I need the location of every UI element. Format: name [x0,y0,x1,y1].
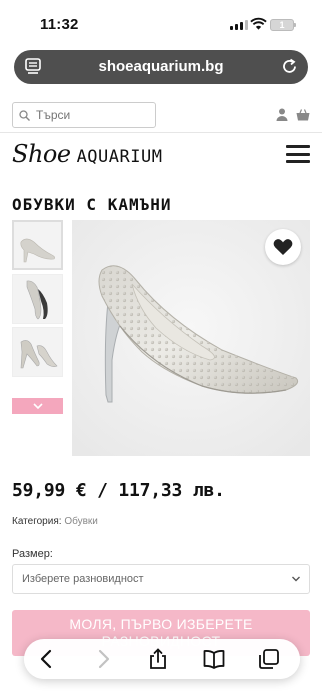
size-select[interactable]: Изберете разновидност [12,564,310,594]
size-select-value: Изберете разновидност [22,573,144,585]
battery-icon: 1 [270,19,296,31]
search-box[interactable] [12,102,156,128]
cart-icon[interactable] [296,108,310,121]
reader-mode-icon[interactable] [25,58,41,75]
status-time: 11:32 [40,16,79,33]
product-category: Категория: Обувки [12,516,98,527]
user-icon[interactable] [276,108,288,121]
logo-caps-text: AQUARIUM [76,147,163,167]
bookmarks-icon[interactable] [203,648,225,670]
reload-icon[interactable] [281,58,298,75]
forward-icon[interactable] [92,648,114,670]
wifi-icon [250,17,267,30]
thumbnail-2[interactable] [12,274,63,324]
menu-icon[interactable] [286,145,310,163]
back-icon[interactable] [36,648,58,670]
share-icon[interactable] [147,648,169,670]
thumbnail-1[interactable] [12,220,63,270]
signal-icon [230,20,248,30]
size-label: Размер: [12,548,53,560]
url-text[interactable]: shoeaquarium.bg [54,58,268,75]
search-input[interactable] [36,108,146,122]
address-bar[interactable]: shoeaquarium.bg [14,50,308,84]
site-logo[interactable]: Shoe AQUARIUM [12,140,162,172]
chevron-down-icon [32,402,43,409]
top-utility-bar [0,98,322,132]
tabs-icon[interactable] [258,648,280,670]
thumbnails-next-button[interactable] [12,398,63,414]
chevron-down-icon [292,576,300,582]
heart-icon [273,239,293,255]
favorite-button[interactable] [265,229,301,265]
logo-script-text: Shoe [12,140,71,168]
header-divider [0,132,322,133]
thumbnail-3[interactable] [12,327,63,377]
search-icon [19,109,30,121]
product-price: 59,99 € / 117,33 лв. [12,480,225,501]
category-link[interactable]: Обувки [64,516,98,527]
category-label: Категория: [12,516,62,527]
product-title: ОБУВКИ С КАМЪНИ [12,195,172,214]
browser-toolbar [24,639,300,679]
status-bar: 11:32 1 [0,0,322,48]
